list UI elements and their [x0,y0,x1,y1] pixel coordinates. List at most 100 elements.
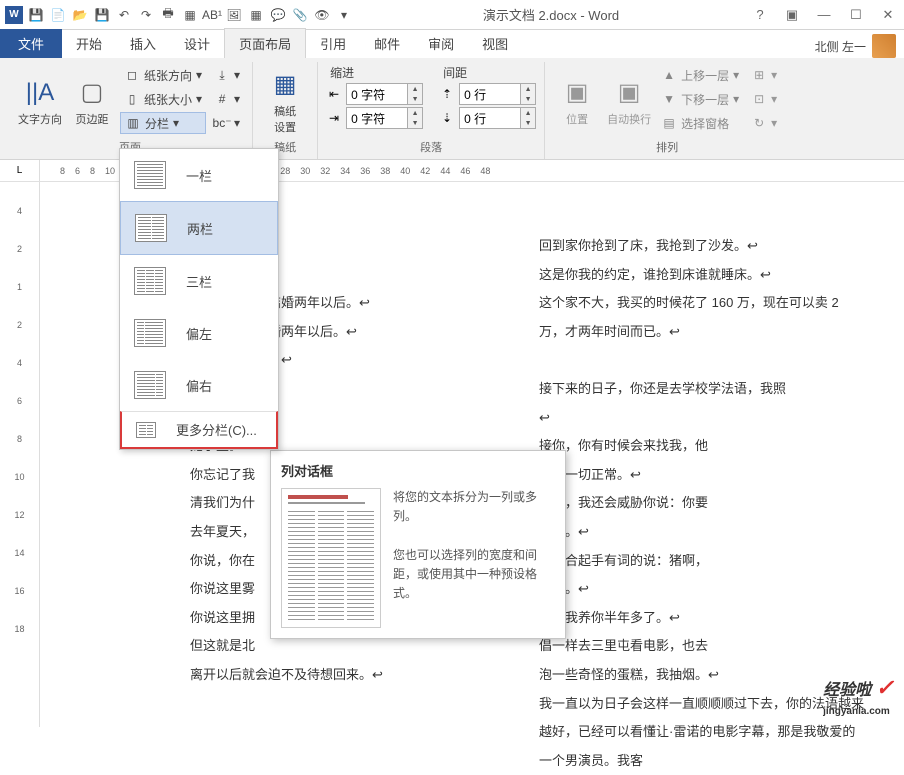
rotate-button[interactable]: ↻▾ [747,112,781,134]
stepper-up-icon[interactable]: ▲ [408,108,422,118]
window-title: 演示文档 2.docx - Word [354,5,748,24]
indent-left-icon: ⇤ [326,86,342,102]
tab-references[interactable]: 引用 [306,29,360,58]
more-columns-icon [136,422,156,438]
ribbon: ||A 文字方向 ▢ 页边距 ◻纸张方向 ▾ ▯纸张大小 ▾ ▥分栏 ▾ ⤓▾ … [0,58,904,160]
help-icon[interactable]: ? [748,5,772,25]
orientation-icon: ◻ [124,67,140,83]
qat-dropdown-icon[interactable]: ▾ [334,5,354,25]
word-app-icon[interactable]: W [4,5,24,25]
wrap-icon: ▣ [618,75,641,111]
stepper-up-icon[interactable]: ▲ [408,84,422,94]
send-backward-icon: ▼ [661,91,677,107]
minimize-icon[interactable]: — [812,5,836,25]
tab-mailings[interactable]: 邮件 [360,29,414,58]
columns-left-item[interactable]: 偏左 [120,307,278,359]
tab-insert[interactable]: 插入 [116,29,170,58]
hyphenation-button[interactable]: bc⁻▾ [210,112,244,134]
stepper-down-icon[interactable]: ▼ [521,118,535,128]
wrap-button[interactable]: ▣ 自动换行 [605,64,653,137]
tooltip-preview-icon [281,488,381,628]
stepper-up-icon[interactable]: ▲ [521,108,535,118]
group-manuscript: ▦ 稿纸 设置 稿纸 [253,62,318,159]
selection-pane-icon: ▤ [661,115,677,131]
rotate-icon: ↻ [751,115,767,131]
spacing-label: 间距 [439,64,536,81]
stepper-up-icon[interactable]: ▲ [521,84,535,94]
tooltip-title: 列对话框 [281,461,555,480]
pic-icon[interactable]: 🖼 [224,5,244,25]
one-column-icon [134,161,166,189]
ruler-corner: L [0,160,40,181]
bring-forward-button[interactable]: ▲上移一层 ▾ [657,64,743,86]
undo-icon[interactable]: ↶ [114,5,134,25]
columns-button[interactable]: ▥分栏 ▾ [120,112,206,134]
more-columns-tooltip: 列对话框 将您的文本拆分为一列或多列。 您也可以选择列的宽度和间距，或使用其中一… [270,450,566,639]
space-after-icon: ⇣ [439,110,455,126]
table-icon[interactable]: ▦ [180,5,200,25]
manuscript-button[interactable]: ▦ 稿纸 设置 [261,64,309,137]
new-icon[interactable]: 📄 [48,5,68,25]
columns-one-item[interactable]: 一栏 [120,149,278,201]
tab-file[interactable]: 文件 [0,29,62,58]
left-column-icon [134,319,166,347]
size-icon: ▯ [124,91,140,107]
indent-left-input[interactable] [347,87,407,101]
vertical-ruler[interactable]: 42124681012141618 [0,182,40,727]
tab-layout[interactable]: 页面布局 [224,28,306,58]
open-icon[interactable]: 📂 [70,5,90,25]
close-icon[interactable]: ✕ [876,5,900,25]
columns-two-item[interactable]: 两栏 [120,201,278,255]
arrange-label: 排列 [553,137,781,157]
group-button[interactable]: ⊡▾ [747,88,781,110]
save2-icon[interactable]: 💾 [92,5,112,25]
user-avatar-icon[interactable] [872,34,896,58]
space-before-input[interactable] [460,87,520,101]
margins-button[interactable]: ▢ 页边距 [68,64,116,137]
user-name: 北侧 左一 [815,38,866,55]
print-icon[interactable]: 🖶 [158,5,178,25]
stepper-down-icon[interactable]: ▼ [521,94,535,104]
maximize-icon[interactable]: ☐ [844,5,868,25]
align-button[interactable]: ⊞▾ [747,64,781,86]
space-after-input[interactable] [460,111,520,125]
stepper-down-icon[interactable]: ▼ [408,94,422,104]
space-before-stepper[interactable]: ▲▼ [459,83,536,105]
user-info[interactable]: 北侧 左一 [815,34,904,58]
save-icon[interactable]: 💾 [26,5,46,25]
indent-right-stepper[interactable]: ▲▼ [346,107,423,129]
quick-access-toolbar: W 💾 📄 📂 💾 ↶ ↷ 🖶 ▦ AB¹ 🖼 ▦ 💬 📎 👁 ▾ [4,5,354,25]
columns-right-item[interactable]: 偏右 [120,359,278,411]
indent-left-stepper[interactable]: ▲▼ [346,83,423,105]
position-button[interactable]: ▣ 位置 [553,64,601,137]
watermark: 经验啦 ✓ jingyanla.com [823,675,894,719]
show-icon[interactable]: 👁 [312,5,332,25]
tab-home[interactable]: 开始 [62,29,116,58]
send-backward-button[interactable]: ▼下移一层 ▾ [657,88,743,110]
footnote-icon[interactable]: AB¹ [202,5,222,25]
orientation-button[interactable]: ◻纸张方向 ▾ [120,64,206,86]
text-direction-button[interactable]: ||A 文字方向 [16,64,64,137]
selection-pane-button[interactable]: ▤选择窗格 [657,112,743,134]
line-numbers-button[interactable]: #▾ [210,88,244,110]
ref-icon[interactable]: 📎 [290,5,310,25]
group-icon: ⊡ [751,91,767,107]
space-after-stepper[interactable]: ▲▼ [459,107,536,129]
columns-three-item[interactable]: 三栏 [120,255,278,307]
tab-view[interactable]: 视图 [468,29,522,58]
columns-more-item[interactable]: 更多分栏(C)... [120,411,278,449]
tab-review[interactable]: 审阅 [414,29,468,58]
indent-right-input[interactable] [347,111,407,125]
tab-design[interactable]: 设计 [170,29,224,58]
group-paragraph: 缩进 ⇤ ▲▼ ⇥ ▲▼ 间距 ⇡ ▲▼ ⇣ ▲▼ [318,62,545,159]
redo-icon[interactable]: ↷ [136,5,156,25]
indent-label: 缩进 [326,64,423,81]
tooltip-text: 将您的文本拆分为一列或多列。 您也可以选择列的宽度和间距，或使用其中一种预设格式… [393,488,555,628]
stepper-down-icon[interactable]: ▼ [408,118,422,128]
breaks-button[interactable]: ⤓▾ [210,64,244,86]
bring-forward-icon: ▲ [661,67,677,83]
comment-icon[interactable]: 💬 [268,5,288,25]
ribbon-display-icon[interactable]: ▣ [780,5,804,25]
grid-icon[interactable]: ▦ [246,5,266,25]
size-button[interactable]: ▯纸张大小 ▾ [120,88,206,110]
